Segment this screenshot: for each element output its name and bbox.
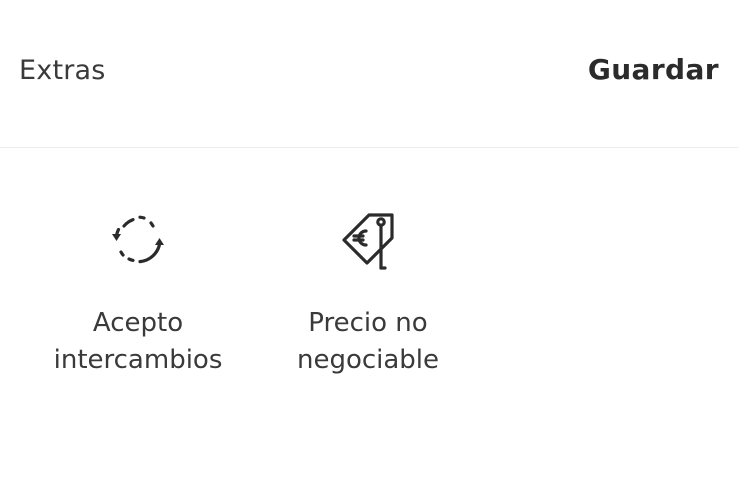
option-label: Acepto intercambios: [53, 308, 223, 375]
save-button[interactable]: Guardar: [588, 53, 719, 86]
extras-options: Acepto intercambios Precio no negociable: [0, 149, 738, 502]
option-accept-exchanges[interactable]: Acepto intercambios: [38, 204, 238, 379]
euro-price-tag-icon: [342, 213, 394, 270]
page-title: Extras: [19, 55, 106, 86]
option-fixed-price[interactable]: Precio no negociable: [268, 204, 468, 379]
option-label: Precio no negociable: [296, 308, 440, 375]
exchange-arrows-icon: [112, 215, 164, 264]
top-bar: Extras Guardar: [0, 0, 738, 148]
